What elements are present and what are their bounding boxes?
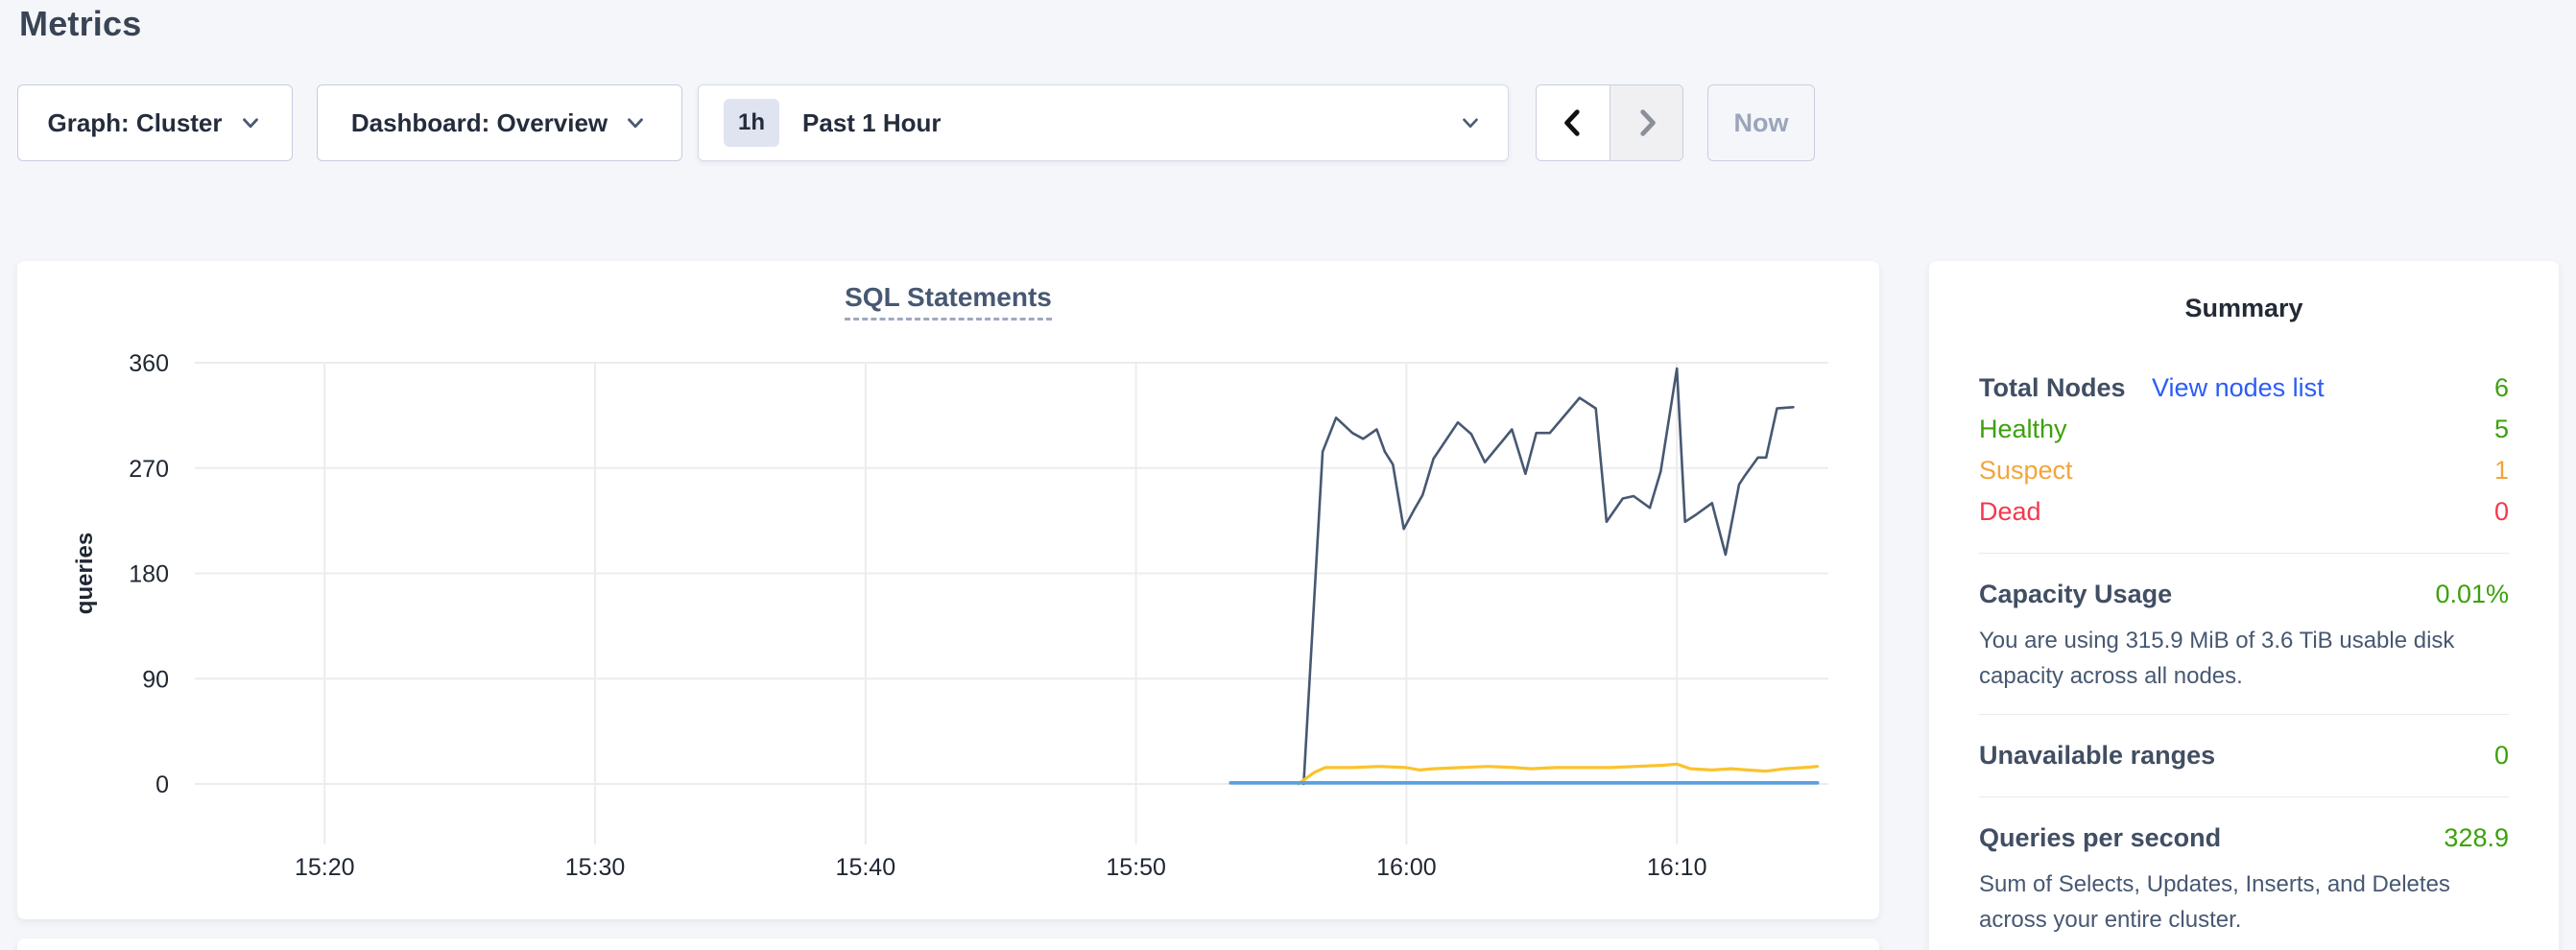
- graph-scope-dropdown-label: Graph: Cluster: [47, 108, 222, 138]
- dead-label: Dead: [1979, 491, 2041, 533]
- suspect-label: Suspect: [1979, 450, 2073, 491]
- svg-text:360: 360: [129, 350, 169, 377]
- queries-per-second-label: Queries per second: [1979, 818, 2221, 859]
- summary-panel: Summary Total Nodes View nodes list 6 He…: [1929, 261, 2559, 950]
- dead-nodes-row: Dead 0: [1979, 491, 2509, 533]
- svg-text:15:40: 15:40: [836, 854, 896, 881]
- capacity-usage-label: Capacity Usage: [1979, 574, 2172, 615]
- divider: [1979, 714, 2509, 715]
- queries-per-second-description: Sum of Selects, Updates, Inserts, and De…: [1979, 867, 2509, 938]
- healthy-value: 5: [2494, 409, 2509, 450]
- time-range-picker[interactable]: 1h Past 1 Hour: [698, 84, 1509, 161]
- total-nodes-label: Total Nodes: [1979, 373, 2126, 402]
- chevron-down-icon: [623, 110, 648, 135]
- suspect-value: 1: [2494, 450, 2509, 491]
- svg-text:0: 0: [155, 772, 169, 798]
- time-range-badge: 1h: [724, 99, 779, 147]
- capacity-usage-description: You are using 315.9 MiB of 3.6 TiB usabl…: [1979, 623, 2509, 694]
- dead-value: 0: [2494, 491, 2509, 533]
- chevron-left-icon: [1557, 107, 1589, 139]
- previous-time-window-button[interactable]: [1537, 85, 1610, 160]
- divider: [1979, 553, 2509, 554]
- healthy-nodes-row: Healthy 5: [1979, 409, 2509, 450]
- healthy-label: Healthy: [1979, 409, 2067, 450]
- capacity-usage-value: 0.01%: [2435, 574, 2509, 615]
- dashboard-dropdown-label: Dashboard: Overview: [351, 108, 608, 138]
- time-shift-button-group: [1536, 84, 1683, 161]
- next-chart-card-partial: [17, 938, 1879, 950]
- chevron-down-icon: [238, 110, 263, 135]
- svg-text:15:50: 15:50: [1106, 854, 1166, 881]
- total-nodes-value: 6: [2494, 368, 2509, 409]
- graph-scope-dropdown[interactable]: Graph: Cluster: [17, 84, 293, 161]
- chevron-down-icon: [1458, 110, 1483, 135]
- total-nodes-row: Total Nodes View nodes list 6: [1979, 368, 2509, 409]
- unavailable-ranges-row: Unavailable ranges 0: [1979, 735, 2509, 776]
- svg-text:180: 180: [129, 561, 169, 588]
- svg-text:15:30: 15:30: [565, 854, 626, 881]
- svg-text:15:20: 15:20: [295, 854, 355, 881]
- suspect-nodes-row: Suspect 1: [1979, 450, 2509, 491]
- view-nodes-list-link[interactable]: View nodes list: [2152, 373, 2325, 402]
- unavailable-ranges-label: Unavailable ranges: [1979, 735, 2215, 776]
- dashboard-dropdown[interactable]: Dashboard: Overview: [317, 84, 682, 161]
- chevron-right-icon: [1631, 107, 1663, 139]
- divider: [1979, 796, 2509, 797]
- svg-text:90: 90: [142, 666, 169, 693]
- now-button[interactable]: Now: [1707, 84, 1815, 161]
- capacity-usage-row: Capacity Usage 0.01%: [1979, 574, 2509, 615]
- yellow-series-line: [1299, 764, 1818, 784]
- svg-text:16:00: 16:00: [1376, 854, 1437, 881]
- unavailable-ranges-value: 0: [2494, 735, 2509, 776]
- time-range-label: Past 1 Hour: [802, 108, 1435, 138]
- sql-statements-chart: 0 90 180 270 360 15:20 15:30 15:40 15:50 16:00 16:…: [17, 261, 1879, 919]
- page-title: Metrics: [19, 4, 141, 44]
- navy-series-line: [1303, 368, 1793, 784]
- queries-per-second-value: 328.9: [2444, 818, 2509, 859]
- next-time-window-button[interactable]: [1610, 85, 1682, 160]
- sql-statements-chart-card: SQL Statements 09018027036015:2015:3015:…: [17, 261, 1879, 919]
- svg-text:270: 270: [129, 456, 169, 483]
- queries-per-second-row: Queries per second 328.9: [1979, 818, 2509, 859]
- svg-text:queries: queries: [72, 533, 98, 614]
- svg-text:16:10: 16:10: [1647, 854, 1707, 881]
- summary-title: Summary: [1979, 294, 2509, 323]
